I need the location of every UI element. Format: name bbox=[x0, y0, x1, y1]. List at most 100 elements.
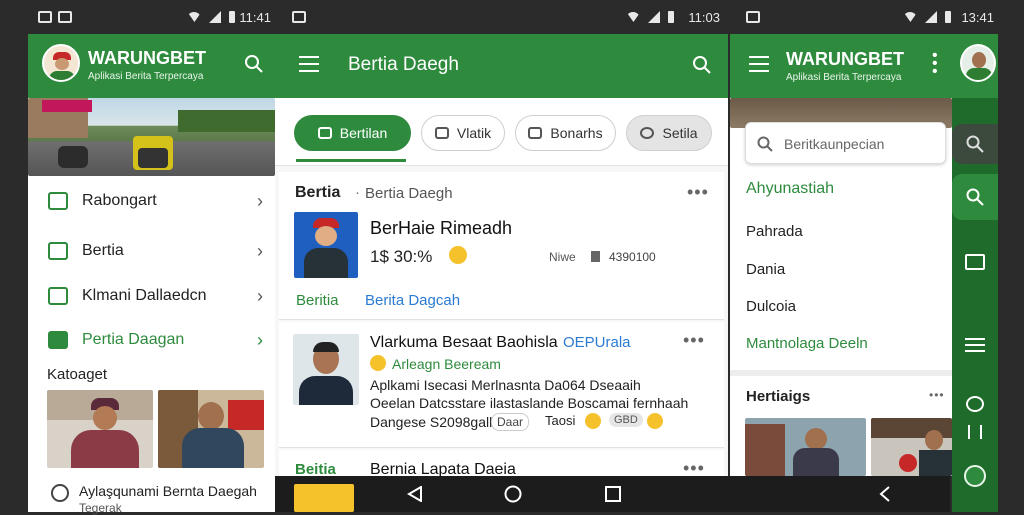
signal-icon bbox=[209, 11, 222, 23]
card-line: Oeelan Datcsstare ilastaslande Boscamai … bbox=[370, 395, 689, 411]
rail-gallery[interactable] bbox=[952, 242, 998, 282]
more-options-icon[interactable]: ••• bbox=[683, 330, 705, 351]
tab-berita[interactable]: Bertilan bbox=[294, 115, 411, 151]
menu-icon[interactable] bbox=[299, 56, 319, 72]
list-item-title: Aylaşqunami Bernta Daegah bbox=[79, 483, 257, 499]
status-bar-right: 13:41 bbox=[738, 0, 998, 34]
sidebar-item-label: Rabongart bbox=[82, 192, 157, 209]
signal-icon bbox=[648, 11, 661, 23]
sidebar-item-regional[interactable]: Pertia Daagan › bbox=[28, 318, 275, 362]
news-card[interactable]: Bertia · Bertia Daegh ••• BerHaie Rimead… bbox=[279, 172, 724, 320]
home-icon bbox=[48, 192, 68, 210]
section-label: Katoaget bbox=[47, 366, 108, 383]
recents-icon[interactable] bbox=[605, 486, 621, 502]
card-title: BerHaie Rimeadh bbox=[370, 218, 513, 238]
tag-icon bbox=[48, 331, 68, 349]
system-nav-bar bbox=[275, 476, 950, 512]
image-icon bbox=[58, 11, 72, 23]
rail-settings[interactable] bbox=[952, 412, 998, 452]
reaction-chip[interactable]: GBD bbox=[609, 413, 643, 427]
thumbnail-market[interactable] bbox=[871, 418, 952, 476]
views-icon bbox=[591, 251, 600, 262]
tag-link[interactable]: Berita Dagcah bbox=[365, 292, 460, 309]
card-line: Dangese S2098gall bbox=[370, 414, 493, 430]
app-title: WARUNGBET bbox=[88, 48, 206, 68]
list-item[interactable]: Aylaşqunami Bernta Daegah Tegerak bbox=[47, 480, 267, 515]
right-header: WARUNGBET Aplikasi Berita Terpercaya • • • bbox=[730, 34, 998, 98]
tab-profile[interactable]: Setila bbox=[626, 115, 712, 151]
news-card[interactable]: Vlarkuma Besaat Baohisla OEPUrala ••• Ar… bbox=[279, 322, 724, 448]
image-icon bbox=[292, 11, 306, 23]
status-time: 11:03 bbox=[688, 9, 720, 25]
search-input[interactable]: Beritkaunpecian bbox=[745, 122, 946, 164]
battery-icon bbox=[945, 11, 952, 23]
thumbnail-person-1[interactable] bbox=[47, 390, 153, 468]
avatar[interactable] bbox=[42, 44, 80, 82]
app-thumbnail[interactable] bbox=[294, 484, 354, 512]
wifi-icon bbox=[626, 12, 641, 22]
menu-item-highlight[interactable]: Mantnolaga Deeln bbox=[746, 335, 868, 352]
reaction-chip[interactable]: Daar bbox=[491, 413, 530, 431]
thumbnail-person-2[interactable] bbox=[158, 390, 264, 468]
reaction-chip[interactable]: Taosi bbox=[545, 413, 575, 428]
menu-item[interactable]: Dulcoia bbox=[746, 298, 796, 315]
card-thumbnail[interactable] bbox=[294, 212, 358, 278]
more-options-icon[interactable]: ••• bbox=[929, 388, 945, 402]
search-icon bbox=[966, 135, 984, 153]
active-tab-indicator bbox=[296, 159, 406, 162]
menu-item-active[interactable]: Ahyunastiah bbox=[746, 180, 834, 198]
chevron-left-icon[interactable] bbox=[878, 486, 892, 502]
back-icon[interactable] bbox=[407, 486, 423, 502]
card-stat: 1$ 30:% bbox=[370, 247, 433, 266]
check-circle-icon bbox=[51, 484, 69, 502]
sidebar-item-news[interactable]: Bertia › bbox=[28, 229, 275, 273]
chevron-right-icon: › bbox=[257, 329, 263, 350]
wifi-icon bbox=[903, 12, 918, 22]
leaf-icon bbox=[964, 465, 986, 487]
card-thumbnail[interactable] bbox=[293, 334, 359, 405]
search-icon bbox=[966, 188, 984, 206]
emoji-icon bbox=[370, 355, 386, 371]
tab-bookmarks[interactable]: Bonarhs bbox=[515, 115, 616, 151]
rail-search-active[interactable] bbox=[952, 174, 998, 220]
avatar[interactable] bbox=[960, 44, 996, 82]
image-icon bbox=[965, 254, 985, 270]
rail-brand[interactable] bbox=[952, 456, 998, 496]
page-title: Bertia Daegh bbox=[348, 54, 459, 75]
search-placeholder: Beritkaunpecian bbox=[784, 136, 885, 152]
section-label: Hertiaigs bbox=[746, 388, 811, 405]
card-source: Bertia bbox=[295, 184, 341, 201]
search-icon[interactable] bbox=[692, 55, 712, 75]
card-meta-value: 4390100 bbox=[609, 250, 656, 264]
card-meta-label: Niwe bbox=[549, 250, 576, 264]
comment-icon bbox=[434, 127, 449, 139]
home-icon[interactable] bbox=[504, 485, 522, 503]
list-item-sub: Tegerak bbox=[79, 501, 122, 515]
news-icon bbox=[48, 242, 68, 260]
menu-item[interactable]: Dania bbox=[746, 261, 785, 278]
gallery-icon bbox=[38, 11, 52, 23]
emoji-icon bbox=[585, 413, 601, 429]
tab-video[interactable]: Vlatik bbox=[421, 115, 505, 151]
sidebar-item-label: Bertia bbox=[82, 242, 124, 259]
tag-link[interactable]: Beritia bbox=[296, 292, 339, 309]
menu-icon[interactable] bbox=[749, 56, 769, 72]
rail-list[interactable] bbox=[952, 325, 998, 365]
share-icon bbox=[528, 127, 543, 139]
search-icon[interactable] bbox=[244, 54, 264, 74]
more-options-icon[interactable]: ••• bbox=[683, 458, 705, 476]
news-card[interactable]: Beitia Bernia Lapata Daeia ••• bbox=[279, 450, 724, 476]
center-header: Bertia Daegh bbox=[275, 34, 728, 98]
menu-item[interactable]: Pahrada bbox=[746, 223, 803, 240]
banner-image bbox=[28, 98, 275, 176]
more-vert-icon[interactable]: • • • bbox=[932, 48, 938, 80]
rail-search[interactable] bbox=[952, 124, 998, 164]
sidebar-item-calendar[interactable]: Klmani Dallaedcn › bbox=[28, 274, 275, 318]
more-options-icon[interactable]: ••• bbox=[687, 182, 709, 203]
card-subtitle: Arleagn Beeream bbox=[392, 356, 501, 372]
image-icon bbox=[746, 11, 760, 23]
sidebar-item-home[interactable]: Rabongart › bbox=[28, 179, 275, 223]
signal-icon bbox=[925, 11, 938, 23]
status-time: 13:41 bbox=[961, 9, 994, 25]
thumbnail-street[interactable] bbox=[745, 418, 866, 476]
